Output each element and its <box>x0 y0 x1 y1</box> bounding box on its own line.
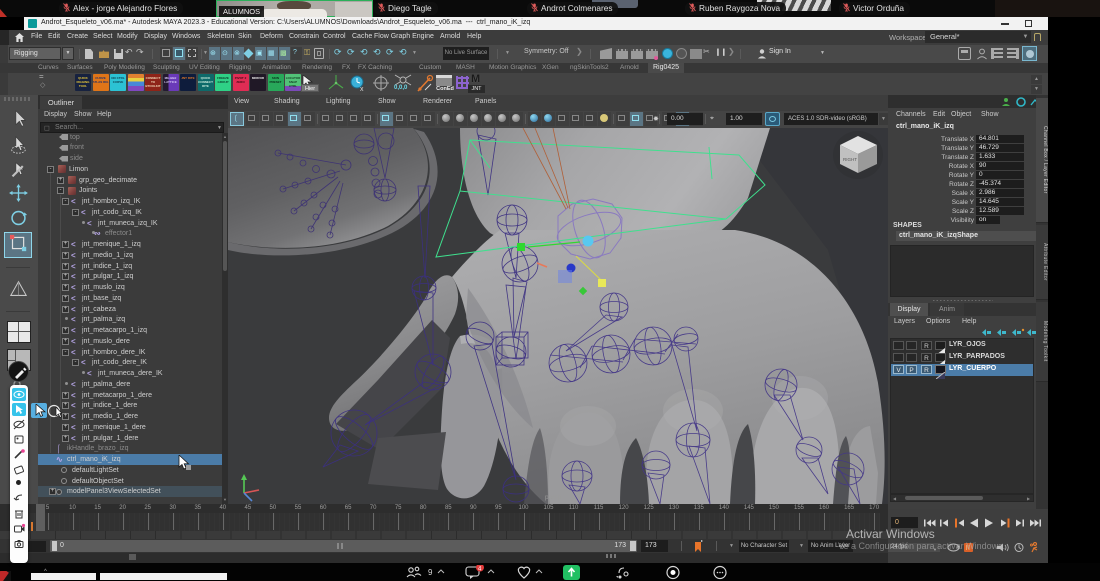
svg-text:persp: persp <box>545 494 562 501</box>
svg-text:9: 9 <box>428 568 433 577</box>
svg-text:x: x <box>360 86 364 93</box>
svg-text:RIGHT: RIGHT <box>843 157 857 162</box>
